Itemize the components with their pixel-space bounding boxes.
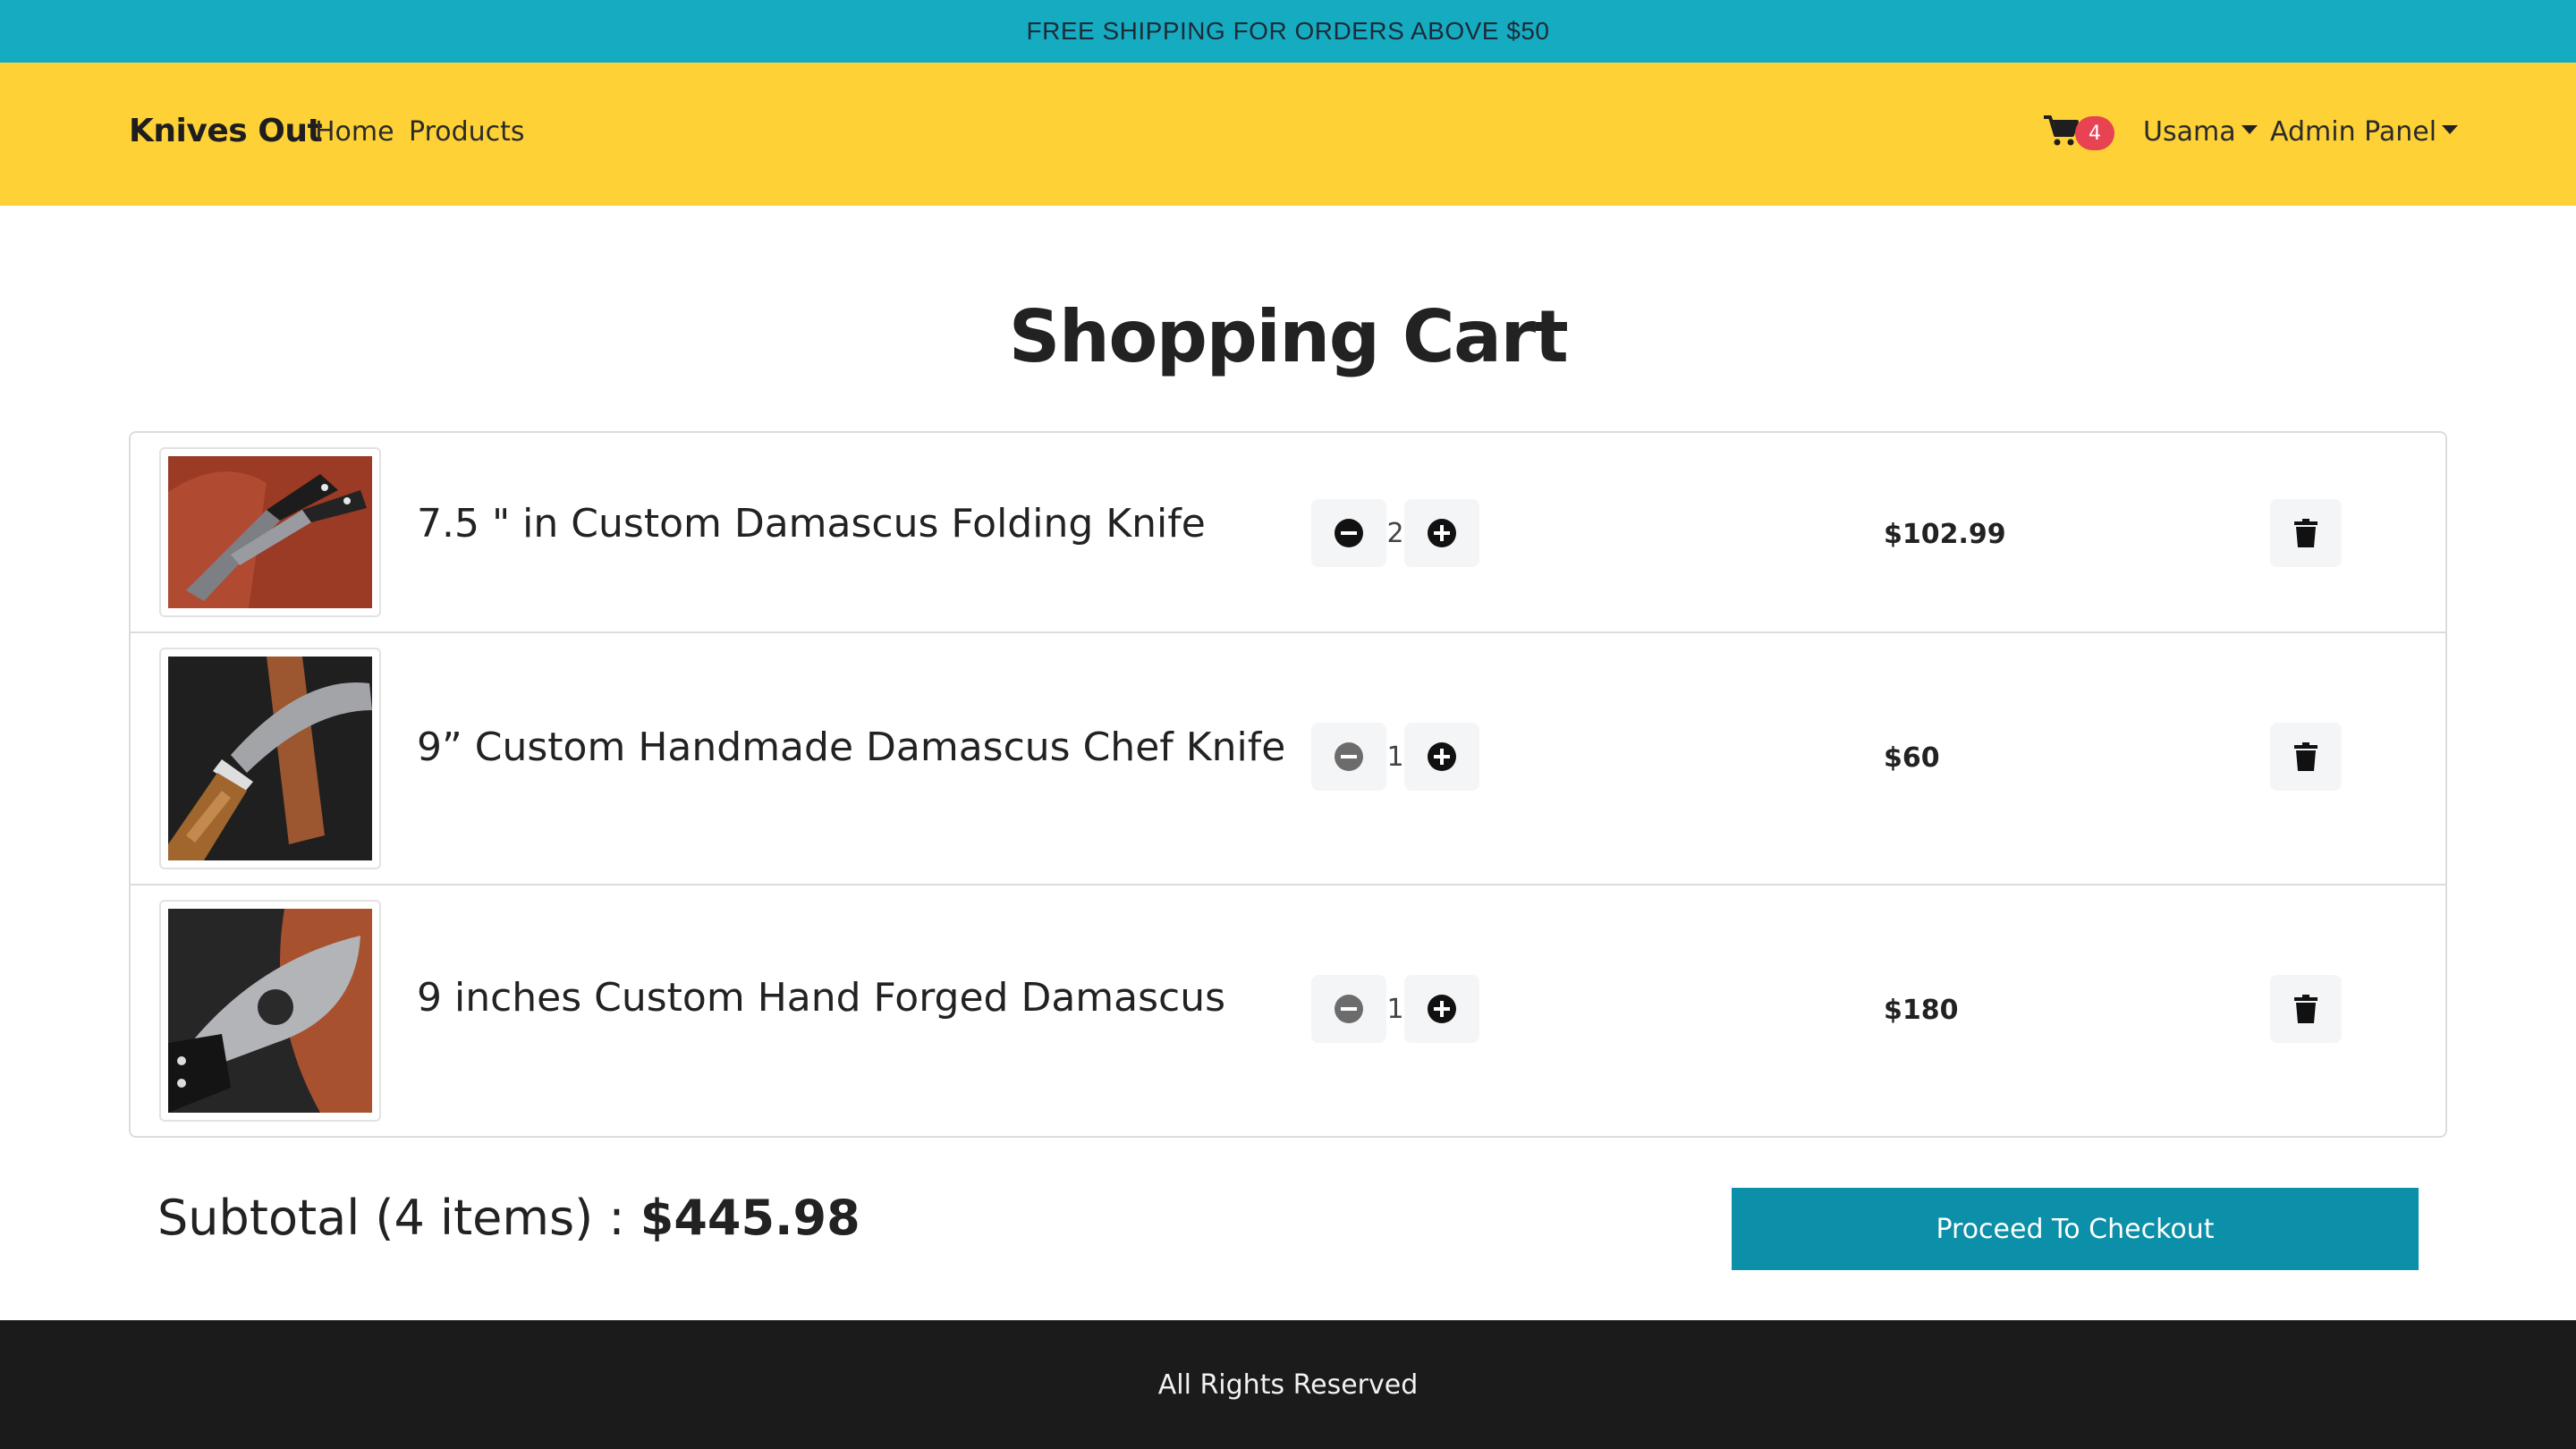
folding-knife-image — [168, 456, 372, 608]
delete-item-button[interactable] — [2270, 723, 2342, 791]
admin-panel-dropdown[interactable]: Admin Panel — [2270, 116, 2459, 148]
quantity-stepper: 1 — [1311, 975, 1479, 1043]
product-name[interactable]: 9” Custom Handmade Damascus Chef Knife — [417, 724, 1285, 770]
footer: All Rights Reserved — [0, 1320, 2576, 1449]
minus-circle-icon — [1335, 519, 1363, 547]
minus-circle-icon — [1335, 995, 1363, 1023]
chef-knife-image — [168, 657, 372, 860]
subtotal-value: $445.98 — [640, 1190, 860, 1246]
trash-icon — [2294, 519, 2318, 547]
item-price: $60 — [1884, 742, 1940, 774]
product-name[interactable]: 9 inches Custom Hand Forged Damascus — [417, 975, 1225, 1021]
forged-knife-image — [168, 909, 372, 1113]
navbar: Knives Out Home Products 4 Usama Admin P… — [0, 63, 2576, 206]
chevron-down-icon — [2442, 124, 2459, 134]
user-menu-dropdown[interactable]: Usama — [2143, 116, 2258, 148]
delete-item-button[interactable] — [2270, 975, 2342, 1043]
cart-items-list: 7.5 " in Custom Damascus Folding Knife 2… — [129, 431, 2447, 1138]
increase-quantity-button[interactable] — [1404, 499, 1479, 567]
nav-home-link[interactable]: Home — [315, 116, 394, 148]
minus-circle-icon — [1335, 742, 1363, 771]
product-name[interactable]: 7.5 " in Custom Damascus Folding Knife — [417, 501, 1206, 547]
user-menu-label: Usama — [2143, 116, 2236, 148]
decrease-quantity-button[interactable] — [1311, 975, 1386, 1043]
product-thumbnail[interactable] — [159, 447, 381, 617]
chevron-down-icon — [2241, 124, 2258, 134]
trash-icon — [2294, 995, 2318, 1023]
trash-icon — [2294, 742, 2318, 771]
plus-circle-icon — [1428, 742, 1456, 771]
nav-products-link[interactable]: Products — [409, 116, 525, 148]
quantity-value: 2 — [1386, 517, 1404, 549]
shopping-cart-icon[interactable] — [2043, 113, 2079, 148]
item-price: $180 — [1884, 995, 1959, 1026]
delete-item-button[interactable] — [2270, 499, 2342, 567]
product-thumbnail[interactable] — [159, 648, 381, 869]
cart-count-badge: 4 — [2075, 116, 2114, 150]
quantity-stepper: 2 — [1311, 499, 1479, 567]
quantity-value: 1 — [1386, 993, 1404, 1025]
shipping-banner-text: FREE SHIPPING FOR ORDERS ABOVE $50 — [1026, 17, 1550, 45]
plus-circle-icon — [1428, 519, 1456, 547]
item-price: $102.99 — [1884, 519, 2006, 550]
cart-item-row: 9” Custom Handmade Damascus Chef Knife 1… — [131, 633, 2445, 886]
shipping-banner: FREE SHIPPING FOR ORDERS ABOVE $50 — [0, 0, 2576, 63]
cart-item-row: 9 inches Custom Hand Forged Damascus 1 $… — [131, 886, 2445, 1136]
subtotal-label: Subtotal (4 items) : — [157, 1190, 640, 1246]
decrease-quantity-button[interactable] — [1311, 723, 1386, 791]
proceed-to-checkout-button[interactable]: Proceed To Checkout — [1732, 1188, 2419, 1270]
plus-circle-icon — [1428, 995, 1456, 1023]
cart-item-row: 7.5 " in Custom Damascus Folding Knife 2… — [131, 433, 2445, 633]
footer-text: All Rights Reserved — [1157, 1368, 1419, 1401]
product-thumbnail[interactable] — [159, 900, 381, 1122]
brand-logo[interactable]: Knives Out — [129, 113, 323, 149]
subtotal: Subtotal (4 items) : $445.98 — [157, 1190, 860, 1246]
increase-quantity-button[interactable] — [1404, 975, 1479, 1043]
quantity-value: 1 — [1386, 741, 1404, 773]
quantity-stepper: 1 — [1311, 723, 1479, 791]
increase-quantity-button[interactable] — [1404, 723, 1479, 791]
decrease-quantity-button[interactable] — [1311, 499, 1386, 567]
admin-panel-label: Admin Panel — [2270, 116, 2437, 148]
page-title: Shopping Cart — [1008, 295, 1569, 378]
